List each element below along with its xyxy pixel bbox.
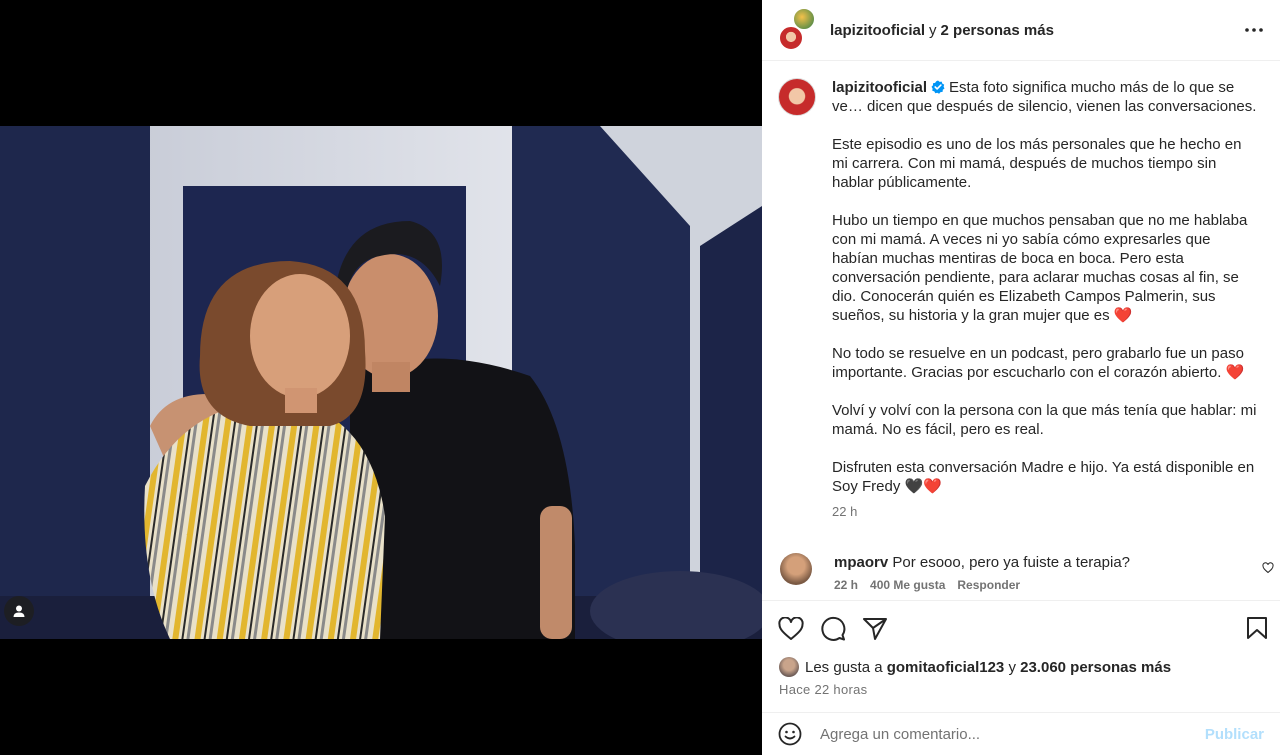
- caption-username[interactable]: lapizitooficial: [832, 79, 927, 96]
- comment-username[interactable]: mpaorv: [834, 554, 888, 571]
- paper-plane-icon: [863, 617, 887, 640]
- caption-paragraph: lapizitooficial Esta foto significa mucho…: [832, 78, 1260, 116]
- reply-button[interactable]: Responder: [957, 578, 1020, 592]
- likes-summary: Les gusta a gomitaoficial123 y 23.060 pe…: [762, 656, 1280, 678]
- more-horizontal-icon: [1245, 28, 1263, 32]
- likes-prefix: Les gusta a: [805, 658, 883, 676]
- comment-meta: 22 h 400 Me gusta Responder: [834, 578, 1130, 592]
- avatar: [778, 25, 804, 51]
- caption-paragraph: Este episodio es uno de los más personal…: [832, 136, 1242, 191]
- comments-section[interactable]: lapizitooficial Esta foto significa mucho…: [762, 62, 1280, 600]
- avatar[interactable]: [780, 553, 812, 585]
- caption-paragraph: Hubo un tiempo en que muchos pensaban qu…: [832, 212, 1248, 324]
- post-panel: lapizitooficial y 2 personas más lapizitoo…: [762, 0, 1280, 755]
- smiley-icon: [778, 722, 802, 746]
- caption-time: 22 h: [832, 504, 858, 519]
- post-media: [0, 0, 762, 755]
- header-connector: y: [929, 21, 937, 39]
- comment-button[interactable]: [818, 614, 848, 644]
- actions-bar: Les gusta a gomitaoficial123 y 23.060 pe…: [762, 600, 1280, 697]
- more-options-button[interactable]: [1242, 18, 1266, 42]
- verified-badge-icon: [931, 80, 945, 94]
- post-timestamp[interactable]: Hace 22 horas: [762, 682, 1280, 697]
- user-tag-icon: [13, 605, 25, 617]
- comment-body: mpaorv Por esooo, pero ya fuiste a terap…: [834, 553, 1130, 572]
- header-others[interactable]: 2 personas más: [941, 22, 1054, 39]
- save-button[interactable]: [1242, 613, 1272, 643]
- publish-button[interactable]: Publicar: [1205, 726, 1264, 743]
- header-authors: lapizitooficial y 2 personas más: [830, 22, 1054, 39]
- caption-paragraph: No todo se resuelve en un podcast, pero …: [832, 345, 1245, 381]
- likes-connector: y: [1008, 658, 1016, 676]
- caption-paragraph: Disfruten esta conversación Madre e hijo…: [832, 459, 1255, 495]
- bookmark-icon: [1247, 617, 1267, 639]
- photo-illustration: [0, 126, 762, 639]
- heart-icon: [1262, 562, 1274, 574]
- comment-likes[interactable]: 400 Me gusta: [870, 578, 945, 592]
- emoji-button[interactable]: [778, 721, 804, 747]
- user-tag-button[interactable]: [4, 596, 34, 626]
- heart-icon: [778, 616, 804, 640]
- post-header: lapizitooficial y 2 personas más: [762, 0, 1280, 61]
- share-button[interactable]: [860, 614, 890, 644]
- avatar[interactable]: [779, 657, 799, 677]
- comment-text: Por esooo, pero ya fuiste a terapia?: [892, 554, 1131, 571]
- avatar[interactable]: [778, 78, 816, 116]
- likes-count[interactable]: 23.060 personas más: [1020, 659, 1171, 676]
- comment-composer: Publicar: [762, 712, 1280, 755]
- list-item: mpaorv Por esooo, pero ya fuiste a terap…: [762, 521, 1280, 592]
- collab-avatars[interactable]: [778, 7, 816, 51]
- comment-time: 22 h: [834, 578, 859, 592]
- post-caption: lapizitooficial Esta foto significa mucho…: [762, 62, 1280, 521]
- caption-paragraph: Volví y volví con la persona con la que …: [832, 402, 1257, 438]
- comment-bubble-icon: [821, 616, 846, 641]
- header-username[interactable]: lapizitooficial: [830, 22, 925, 39]
- action-icons: [762, 601, 1280, 656]
- like-button[interactable]: [776, 614, 806, 644]
- comment-input[interactable]: [820, 725, 1205, 743]
- post-photo[interactable]: [0, 126, 762, 639]
- likes-user[interactable]: gomitaoficial123: [887, 659, 1005, 676]
- comment-like-button[interactable]: [1262, 561, 1274, 579]
